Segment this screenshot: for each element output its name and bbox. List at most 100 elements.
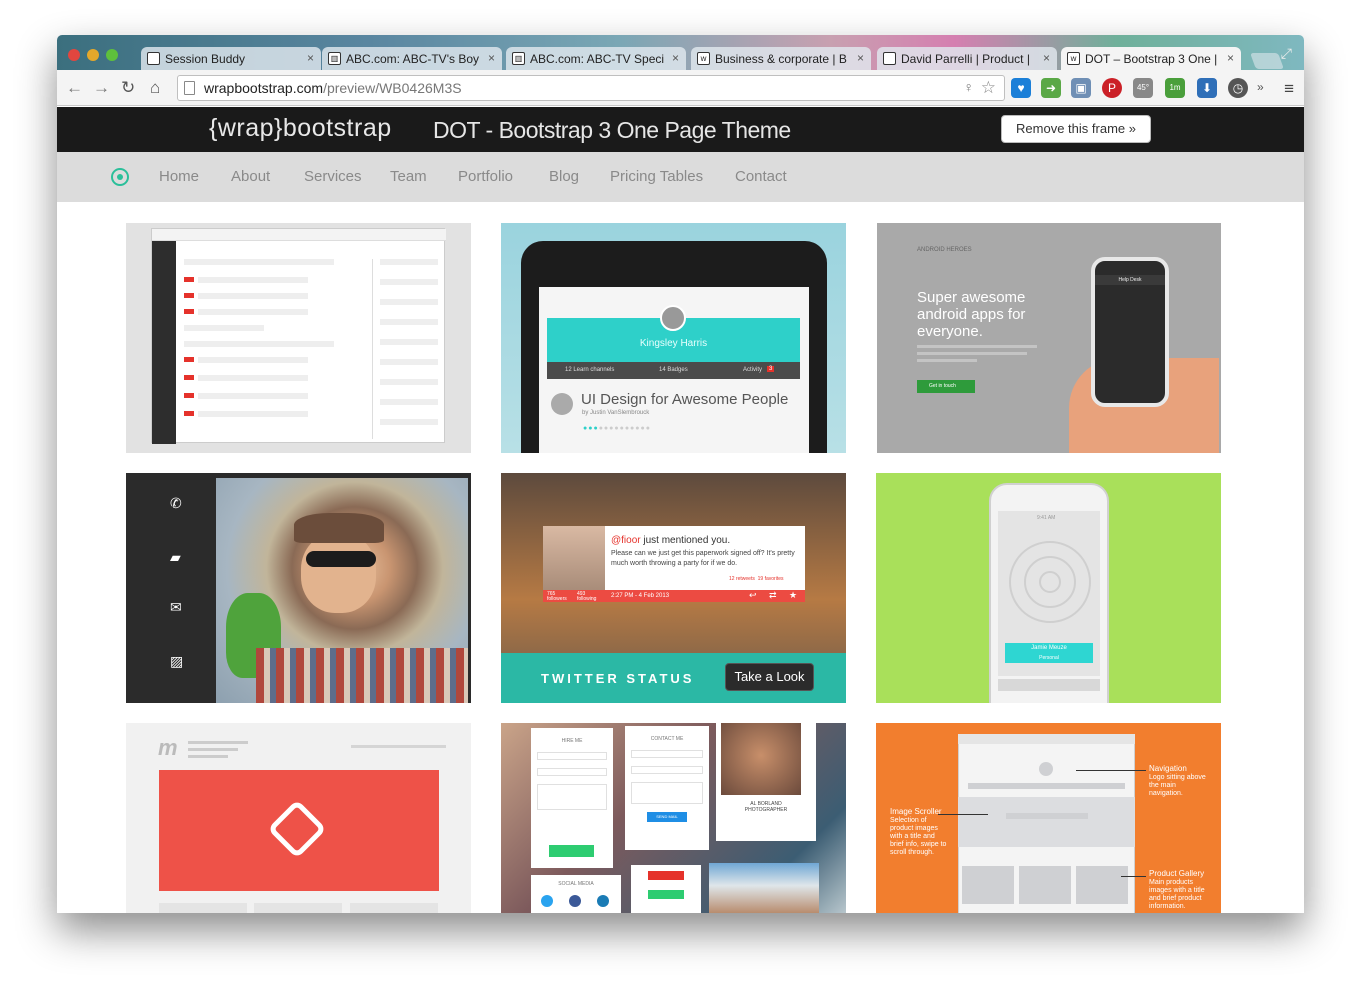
following-count: 493 following — [577, 591, 597, 602]
clock-icon[interactable]: ◷ — [1228, 78, 1248, 98]
wireframe-product-3 — [1076, 866, 1128, 904]
tab-david-parrelli[interactable]: David Parrelli | Product | × — [877, 47, 1057, 70]
minimize-window-button[interactable] — [87, 49, 99, 61]
back-arrow-icon[interactable]: ← — [66, 78, 83, 98]
retweets-count: 12 retweets — [729, 576, 755, 582]
close-tab-icon[interactable]: × — [672, 51, 679, 65]
tab-business-corporate[interactable]: w Business & corporate | B × — [691, 47, 871, 70]
gallery-annotation-desc: Main products images with a title and br… — [1149, 879, 1205, 910]
close-tab-icon[interactable]: × — [857, 51, 864, 65]
tweet-action-bar: 765 followers 493 following 2:27 PM - 4 … — [543, 590, 805, 602]
download-icon[interactable]: ⬇ — [1197, 78, 1217, 98]
zoom-window-button[interactable] — [106, 49, 118, 61]
hire-me-title: HIRE ME — [561, 738, 583, 744]
chat-icon: ▰ — [170, 549, 181, 565]
tweet-timestamp: 2:27 PM - 4 Feb 2013 — [611, 593, 670, 599]
portfolio-item-dashboard[interactable] — [126, 223, 471, 453]
extension-window-icon[interactable]: ▣ — [1071, 78, 1091, 98]
close-tab-icon[interactable]: × — [307, 51, 314, 65]
plaid-shirt-shape — [256, 648, 468, 703]
nav-home[interactable]: Home — [159, 168, 199, 185]
extension-arrow-icon[interactable]: ➜ — [1041, 78, 1061, 98]
brand-logo-icon[interactable] — [111, 168, 129, 186]
extension-heart-icon[interactable]: ♥ — [1011, 78, 1031, 98]
portfolio-item-photo-sidebar[interactable]: ✆ ▰ ✉ ▨ — [126, 473, 471, 703]
tab-abc-special[interactable]: ▥ ABC.com: ABC-TV Speci × — [506, 47, 686, 70]
take-a-look-button[interactable]: Take a Look — [725, 663, 814, 691]
portfolio-item-ui-design[interactable]: Kingsley Harris 12 Learn channels 14 Bad… — [501, 223, 846, 453]
nav-contact[interactable]: Contact — [735, 168, 787, 185]
wireframe-scroller — [958, 797, 1135, 847]
session-buddy-icon — [147, 52, 160, 65]
tab-strip: Session Buddy × ▥ ABC.com: ABC-TV's Boy … — [57, 35, 1304, 70]
page-icon — [883, 52, 896, 65]
reload-icon[interactable]: ↻ — [121, 78, 135, 98]
nav-about[interactable]: About — [231, 168, 270, 185]
wireframe-nav — [968, 783, 1125, 789]
scroller-annotation-desc: Selection of product images with a title… — [890, 817, 947, 856]
overflow-chevron-icon[interactable]: » — [1257, 80, 1264, 94]
close-window-button[interactable] — [68, 49, 80, 61]
tab-title: Business & corporate | B — [715, 52, 847, 66]
nav-portfolio[interactable]: Portfolio — [458, 168, 513, 185]
lightbulb-icon[interactable]: ♀ — [964, 79, 975, 95]
portfolio-item-android-apps[interactable]: ANDROID HEROES Super awesome android app… — [877, 223, 1221, 453]
new-tab-button[interactable] — [1250, 53, 1284, 69]
portfolio-item-agency-site[interactable]: m — [126, 723, 471, 913]
tab-title: ABC.com: ABC-TV Speci — [530, 52, 665, 66]
timer-extension-icon[interactable]: 1m — [1165, 78, 1185, 98]
fullscreen-icon[interactable]: ⤢ — [1281, 45, 1292, 62]
wrapbootstrap-logo[interactable]: {wrap}bootstrap — [209, 114, 392, 143]
house-photo — [709, 863, 819, 913]
tweet-handle: @fioor — [611, 535, 641, 546]
wireframe-scroller-bar — [1006, 813, 1088, 819]
tab-dot-bootstrap[interactable]: w DOT – Bootstrap 3 One | × — [1061, 47, 1241, 70]
tab-session-buddy[interactable]: Session Buddy × — [141, 47, 321, 70]
twitter-icon — [541, 895, 553, 907]
pinterest-icon[interactable]: P — [1102, 78, 1122, 98]
home-icon[interactable]: ⌂ — [150, 78, 160, 98]
abc-icon: ▥ — [512, 52, 525, 65]
retweet-icon: ⇄ — [769, 590, 777, 600]
address-bar[interactable]: wrapbootstrap.com/preview/WB0426M3S ♀ ☆ — [177, 75, 1005, 101]
profile-tabs: 12 Learn channels 14 Badges Activity 3 — [547, 362, 800, 379]
tab-title: Session Buddy — [165, 52, 246, 66]
portfolio-item-twitter-status[interactable]: @fioor just mentioned you. Please can we… — [501, 473, 846, 703]
url-path: /preview/WB0426M3S — [323, 80, 462, 96]
phone-illustration: Help Desk — [1091, 257, 1169, 407]
byline: by Justin VanSlembrouck — [582, 410, 650, 416]
contact-me-card: CONTACT ME SEND MAIL — [625, 726, 709, 850]
remove-frame-button[interactable]: Remove this frame » — [1001, 115, 1151, 143]
phone-icon: ✆ — [170, 495, 182, 511]
site-logo-icon: m — [158, 735, 178, 760]
nav-services[interactable]: Services — [304, 168, 362, 185]
close-tab-icon[interactable]: × — [488, 51, 495, 65]
tab-title: ABC.com: ABC-TV's Boy — [346, 52, 479, 66]
contact-card: Jamie Meuze Personal — [1005, 643, 1093, 663]
forward-arrow-icon[interactable]: → — [93, 78, 110, 98]
browser-toolbar: ← → ↻ ⌂ wrapbootstrap.com/preview/WB0426… — [57, 70, 1304, 106]
page-icon — [184, 81, 195, 95]
menu-icon[interactable]: ≡ — [1284, 79, 1294, 99]
weather-extension-icon[interactable]: 45° — [1133, 78, 1153, 98]
followers-count: 765 followers — [547, 591, 567, 602]
nav-annotation-title: Navigation — [1149, 764, 1187, 773]
tweet-message: Please can we just get this paperwork si… — [611, 550, 795, 567]
close-tab-icon[interactable]: × — [1227, 51, 1234, 65]
product-gallery-annotation: Product Gallery Main products images with… — [1149, 870, 1213, 911]
browser-window: Session Buddy × ▥ ABC.com: ABC-TV's Boy … — [57, 35, 1304, 913]
nav-pricing-tables[interactable]: Pricing Tables — [610, 168, 703, 185]
portfolio-item-iphone-app[interactable]: 9:41 AM Jamie Meuze Personal — [876, 473, 1221, 703]
nav-blog[interactable]: Blog — [549, 168, 579, 185]
hire-submit-button — [549, 845, 594, 857]
vimeo-icon — [597, 895, 609, 907]
dashboard-sidebar — [152, 241, 176, 444]
close-tab-icon[interactable]: × — [1043, 51, 1050, 65]
tab-abc-boy[interactable]: ▥ ABC.com: ABC-TV's Boy × — [322, 47, 502, 70]
nav-team[interactable]: Team — [390, 168, 427, 185]
bookmark-star-icon[interactable]: ☆ — [981, 78, 996, 98]
portfolio-item-forms-collage[interactable]: HIRE ME CONTACT ME SEND MAIL AL BORLAND P… — [501, 723, 846, 913]
tab-learn-channels: 12 Learn channels — [565, 367, 615, 373]
portfolio-item-wireframe[interactable]: Navigation Logo sitting above the main na… — [876, 723, 1221, 913]
image-scroller-annotation: Image Scroller Selection of product image… — [890, 808, 948, 857]
